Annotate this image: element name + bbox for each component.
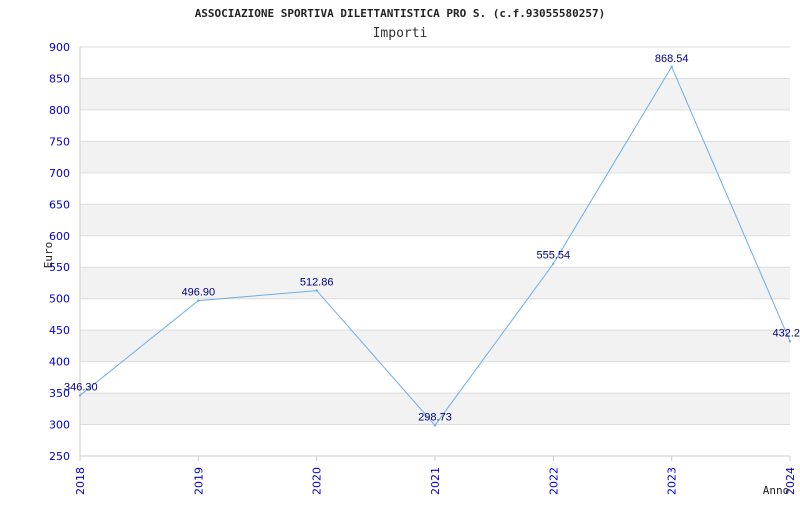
y-tick-label: 750 xyxy=(49,135,70,148)
data-label: 512.86 xyxy=(300,277,334,289)
y-tick-label: 400 xyxy=(49,356,70,369)
band xyxy=(80,204,790,236)
line-chart: ASSOCIAZIONE SPORTIVA DILETTANTISTICA PR… xyxy=(42,7,800,497)
x-tick-label: 2018 xyxy=(74,467,87,495)
data-label: 298.73 xyxy=(418,411,452,423)
y-tick-label: 500 xyxy=(49,293,70,306)
data-label: 555.54 xyxy=(537,250,571,262)
x-tick-label: 2020 xyxy=(311,467,324,495)
data-label: 496.90 xyxy=(182,287,216,299)
data-label: 346.30 xyxy=(64,381,98,393)
chart-subtitle: Importi xyxy=(373,26,428,41)
y-tick-label: 650 xyxy=(49,198,70,211)
data-point xyxy=(552,262,555,265)
chart-container: ASSOCIAZIONE SPORTIVA DILETTANTISTICA PR… xyxy=(0,0,800,500)
x-tick-label: 2023 xyxy=(666,467,679,495)
data-point xyxy=(315,289,318,292)
data-point xyxy=(788,340,792,343)
data-label: 868.54 xyxy=(655,53,689,65)
data-point xyxy=(433,424,437,427)
y-tick-label: 450 xyxy=(49,324,70,337)
y-tick-label: 700 xyxy=(49,167,70,180)
x-tick-label: 2019 xyxy=(192,467,205,495)
y-tick-label: 900 xyxy=(49,41,70,54)
background-bands xyxy=(80,47,790,456)
x-axis-label: Anno xyxy=(763,484,790,497)
chart-title: ASSOCIAZIONE SPORTIVA DILETTANTISTICA PR… xyxy=(195,7,606,20)
band xyxy=(80,141,790,173)
y-axis-label: Euro xyxy=(42,242,55,269)
band xyxy=(80,330,790,362)
x-axis-ticks: 2018 2019 2020 2021 2022 2023 2024 xyxy=(74,467,797,495)
y-tick-label: 850 xyxy=(49,72,70,85)
y-tick-label: 800 xyxy=(49,104,70,117)
x-tick-label: 2021 xyxy=(429,467,442,495)
data-point xyxy=(78,394,82,397)
data-point xyxy=(197,299,200,302)
data-label: 432.2 xyxy=(772,327,800,339)
y-tick-label: 250 xyxy=(49,450,70,463)
y-tick-label: 300 xyxy=(49,419,70,432)
data-point xyxy=(670,65,673,68)
y-tick-label: 600 xyxy=(49,230,70,243)
x-tick-label: 2022 xyxy=(547,467,560,495)
